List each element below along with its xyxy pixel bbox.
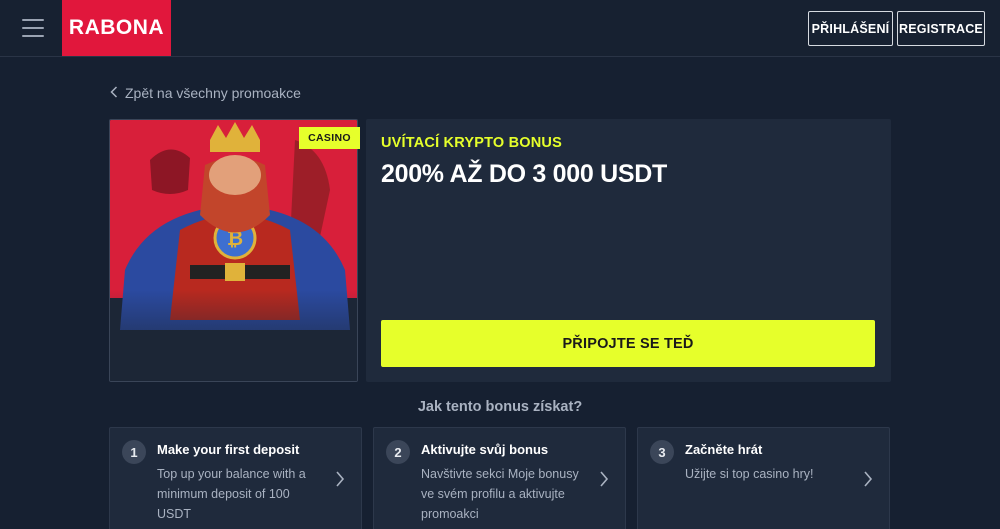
promo-title: 200% AŽ DO 3 000 USDT <box>381 160 667 188</box>
promo-image: ₿ <box>109 119 358 382</box>
how-to-get-heading: Jak tento bonus získat? <box>417 399 583 415</box>
join-now-button[interactable]: PŘIPOJTE SE TEĎ <box>381 320 875 367</box>
step-description: Užijte si top casino hry! <box>685 467 814 481</box>
logo[interactable]: RABONA <box>62 0 171 56</box>
step-number: 3 <box>650 440 674 464</box>
step-card-3[interactable]: 3 Začněte hrát Užijte si top casino hry! <box>637 427 890 529</box>
logo-text: RABONA <box>68 16 165 39</box>
promo-kicker: UVÍTACÍ KRYPTO BONUS <box>381 135 562 151</box>
back-to-promotions-link[interactable]: Zpět na všechny promoakce <box>110 83 301 103</box>
step-title: Aktivujte svůj bonus <box>421 442 549 457</box>
step-description: Top up your balance with a minimum depos… <box>157 467 306 521</box>
step-description: Navštivte sekci Moje bonusy ve svém prof… <box>421 467 579 521</box>
chevron-left-icon <box>110 85 118 101</box>
top-header: RABONA PŘIHLÁŠENÍ REGISTRACE <box>0 0 1000 57</box>
step-title: Začněte hrát <box>685 442 763 457</box>
login-button[interactable]: PŘIHLÁŠENÍ <box>808 11 893 46</box>
step-card-1[interactable]: 1 Make your first deposit Top up your ba… <box>109 427 362 529</box>
step-title: Make your first deposit <box>157 442 300 457</box>
chevron-right-icon <box>864 471 873 487</box>
step-number: 1 <box>122 440 146 464</box>
casino-tag: CASINO <box>299 127 360 149</box>
menu-icon[interactable] <box>22 19 44 37</box>
step-card-2[interactable]: 2 Aktivujte svůj bonus Navštivte sekci M… <box>373 427 626 529</box>
chevron-right-icon <box>600 471 609 487</box>
chevron-right-icon <box>336 471 345 487</box>
register-button[interactable]: REGISTRACE <box>897 11 985 46</box>
back-link-label: Zpět na všechny promoakce <box>125 85 301 101</box>
step-number: 2 <box>386 440 410 464</box>
